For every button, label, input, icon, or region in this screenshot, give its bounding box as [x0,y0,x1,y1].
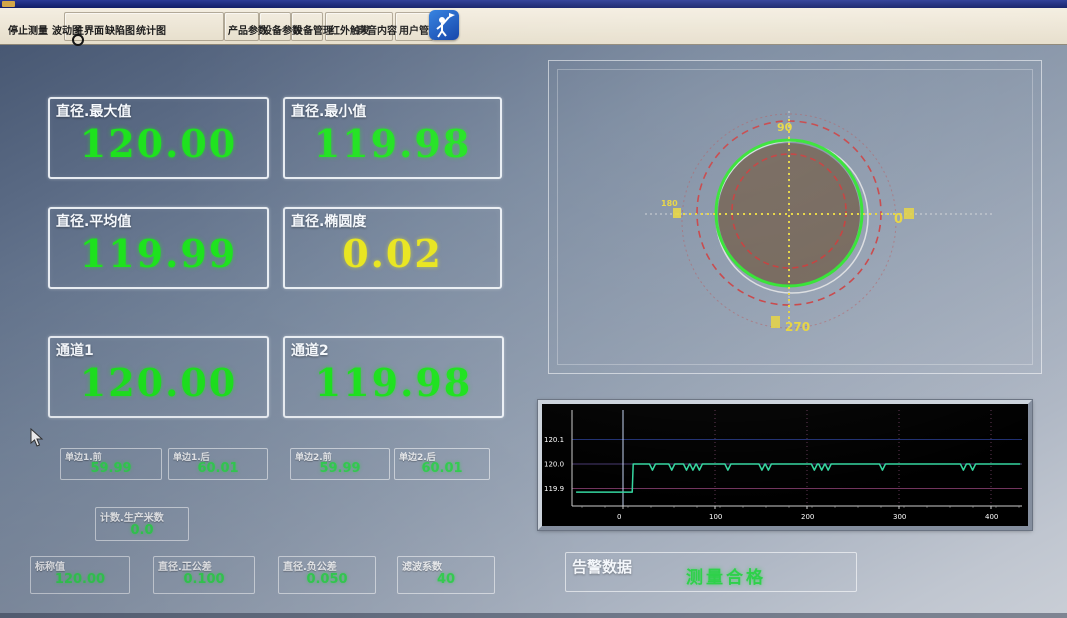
svg-text:300: 300 [893,513,906,521]
app-logo-icon[interactable] [429,10,459,40]
cross-section-inner-frame [557,69,1033,365]
gauge-tolerance-minus: 直径.负公差 0.050 [278,556,376,594]
gauge-label: 直径.平均值 [56,211,131,231]
gauge-value: 0.100 [154,572,254,587]
gauge-tolerance-plus: 直径.正公差 0.100 [153,556,255,594]
gauge-label: 直径.椭圆度 [291,211,366,231]
gauge-value: 59.99 [291,461,389,476]
gauge-label: 通道2 [291,340,329,360]
menu-item-device-manage[interactable]: 设备管理 [293,22,333,37]
gauge-diameter-avg: 直径.平均值 119.99 [48,207,269,289]
trend-chart: 120.1 120.0 119.9 0 100 200 300 400 [542,404,1028,526]
gauge-value: 120.00 [31,572,129,587]
menu-item-stop-measure[interactable]: 停止测量 [8,22,48,37]
svg-text:400: 400 [985,513,998,521]
gauge-label: 通道1 [56,340,94,360]
gauge-edge1-back: 单边1.后 60.01 [168,448,268,480]
svg-text:100: 100 [709,513,722,521]
gauge-value: 60.01 [395,461,489,476]
active-screen-indicator [72,34,84,46]
titlebar-icon [2,1,15,7]
gauge-value: 119.98 [285,121,500,166]
screen-bottom-edge [0,613,1067,618]
menu-bar: 停止测量 波动图 主界面 缺陷图 统计图 产品参数 设备参数 设备管理 红外触发… [0,8,1067,45]
gauge-value: 59.99 [61,461,161,476]
gauge-label: 计数.生产米数 [100,509,164,524]
svg-text:120.1: 120.1 [544,436,564,444]
gauge-value: 0.050 [279,572,375,587]
gauge-filter-coefficient: 滤波系数 40 [397,556,495,594]
gauge-value: 60.01 [169,461,267,476]
svg-text:119.9: 119.9 [544,485,564,493]
gauge-diameter-max: 直径.最大值 120.00 [48,97,269,179]
gauge-value: 119.98 [285,360,502,405]
gauge-diameter-min: 直径.最小值 119.98 [283,97,502,179]
menu-item-stats-chart[interactable]: 统计图 [136,22,166,37]
trend-chart-panel: 120.1 120.0 119.9 0 100 200 300 400 [538,400,1032,530]
mouse-cursor [30,428,44,448]
menu-item-defect-chart[interactable]: 缺陷图 [105,22,135,37]
svg-text:0: 0 [617,513,621,521]
gauge-label: 标称值 [35,558,65,573]
gauge-edge2-front: 单边2.前 59.99 [290,448,390,480]
gauge-value: 40 [398,572,494,587]
gauge-meter-count: 计数.生产米数 0.0 [95,507,189,541]
gauge-nominal: 标称值 120.00 [30,556,130,594]
gauge-channel-2: 通道2 119.98 [283,336,504,418]
gauge-label: 直径.正公差 [158,558,212,573]
gauge-diameter-ovality: 直径.椭圆度 0.02 [283,207,502,289]
cross-section-panel: 90 180 0 270 [548,60,1042,374]
gauge-edge1-front: 单边1.前 59.99 [60,448,162,480]
gauge-label: 直径.负公差 [283,558,337,573]
gauge-label: 直径.最小值 [291,101,366,121]
window-titlebar [0,0,1067,8]
gauge-value: 0.02 [285,231,500,276]
svg-text:200: 200 [801,513,814,521]
svg-text:120.0: 120.0 [544,461,564,469]
gauge-value: 120.00 [50,360,267,405]
alarm-data-box: 告警数据 测量合格 [565,552,857,592]
gauge-label: 直径.最大值 [56,101,131,121]
gauge-value: 0.0 [96,523,188,538]
alarm-status: 测量合格 [686,563,766,588]
gauge-channel-1: 通道1 120.00 [48,336,269,418]
measurement-app-screen: 停止测量 波动图 主界面 缺陷图 统计图 产品参数 设备参数 设备管理 红外触发… [0,0,1067,618]
gauge-value: 119.99 [50,231,267,276]
person-flag-icon [429,10,459,40]
alarm-label: 告警数据 [572,556,632,577]
menu-item-sound-content[interactable]: 声音内容 [357,22,397,37]
gauge-value: 120.00 [50,121,267,166]
gauge-label: 滤波系数 [402,558,442,573]
gauge-edge2-back: 单边2.后 60.01 [394,448,490,480]
